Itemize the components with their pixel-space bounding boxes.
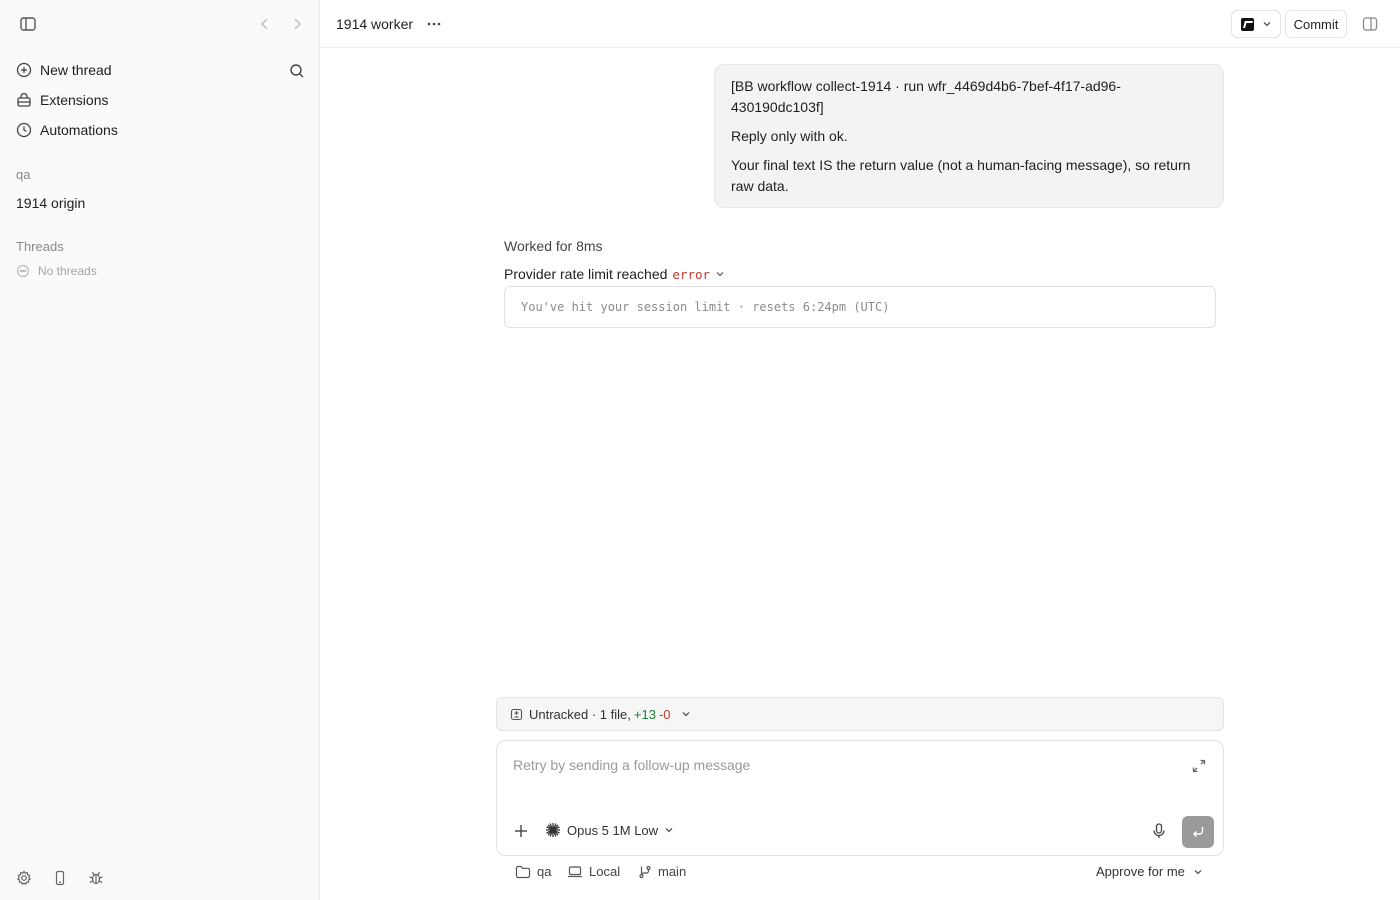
- deletions-count: -0: [658, 706, 671, 722]
- additions-count: +13: [633, 706, 656, 722]
- microphone-icon[interactable]: [1150, 822, 1168, 840]
- mobile-device-icon[interactable]: [52, 870, 68, 886]
- untracked-changes-bar[interactable]: Untracked · 1 file, +13 -0: [496, 697, 1224, 731]
- plus-circle-icon: [16, 62, 32, 78]
- extensions-icon: [16, 92, 32, 108]
- commit-button[interactable]: Commit: [1285, 10, 1347, 38]
- sidebar-item-new-thread[interactable]: New thread: [16, 58, 112, 82]
- sidebar-toggle-icon[interactable]: [16, 12, 40, 36]
- user-message-bubble: [BB workflow collect-1914 · run wfr_4469…: [714, 64, 1224, 208]
- expand-icon[interactable]: [1191, 758, 1207, 774]
- worked-duration: Worked for 8ms: [504, 238, 603, 254]
- environment-selector[interactable]: Local: [567, 864, 620, 879]
- sidebar-item-project[interactable]: 1914 origin: [16, 195, 85, 211]
- search-icon[interactable]: [287, 61, 307, 81]
- chevron-down-icon: [1193, 867, 1203, 877]
- gear-icon[interactable]: [16, 870, 32, 886]
- model-label: Opus 5 1M Low: [567, 822, 659, 838]
- chevron-right-icon[interactable]: [286, 12, 308, 36]
- sidebar-item-label: Extensions: [40, 92, 109, 108]
- folder-icon: [515, 865, 531, 879]
- user-message-line: [BB workflow collect-1914 · run wfr_4469…: [731, 78, 1121, 115]
- dots-circle-icon: [16, 264, 30, 278]
- folder-label: qa: [537, 864, 552, 879]
- app-logo-icon: [1240, 17, 1254, 31]
- error-summary[interactable]: Provider rate limit reached error: [504, 266, 725, 282]
- chevron-left-icon[interactable]: [254, 12, 276, 36]
- send-button[interactable]: [1182, 816, 1214, 848]
- environment-label: Local: [589, 864, 621, 879]
- more-options-icon[interactable]: [424, 14, 444, 34]
- sidebar-item-label: Automations: [40, 122, 118, 138]
- sidebar-item-extensions[interactable]: Extensions: [16, 88, 108, 112]
- composer-input[interactable]: Retry by sending a follow-up message: [513, 757, 750, 773]
- open-in-app-dropdown[interactable]: [1231, 10, 1281, 38]
- folder-selector[interactable]: qa: [515, 864, 551, 879]
- sidebar-section-threads: Threads: [16, 239, 64, 254]
- user-message-line: Your final text IS the return value (not…: [731, 157, 1191, 194]
- sidebar-bottom-bar: [16, 870, 104, 886]
- chevron-down-icon: [664, 825, 674, 835]
- error-title: Provider rate limit reached: [504, 266, 668, 282]
- chevron-down-icon: [681, 709, 691, 719]
- sidebar-section-project: qa: [16, 167, 31, 182]
- sidebar: New thread Extensions Automations qa 191…: [0, 0, 320, 900]
- laptop-icon: [567, 865, 583, 879]
- page-title: 1914 worker: [336, 16, 414, 32]
- branch-selector[interactable]: main: [638, 864, 686, 879]
- model-selector[interactable]: Opus 5 1M Low: [545, 822, 674, 838]
- threads-empty-label: No threads: [38, 264, 97, 278]
- clock-icon: [16, 122, 32, 138]
- error-detail-box: You've hit your session limit · resets 6…: [504, 286, 1216, 328]
- message-composer[interactable]: Retry by sending a follow-up message Opu…: [496, 740, 1224, 856]
- untracked-label: Untracked · 1 file,: [529, 706, 631, 722]
- top-bar: 1914 worker Commit: [320, 0, 1400, 48]
- sidebar-item-automations[interactable]: Automations: [16, 118, 118, 142]
- sidebar-top-bar: [14, 12, 305, 36]
- diff-file-icon: [510, 708, 523, 721]
- sidebar-item-label: New thread: [40, 62, 112, 78]
- sparkle-burst-icon: [545, 822, 561, 838]
- toggle-panel-icon[interactable]: [1360, 14, 1380, 34]
- error-tag: error: [672, 266, 711, 282]
- chevron-down-icon: [715, 269, 725, 279]
- bug-icon[interactable]: [88, 870, 104, 886]
- threads-empty-state: No threads: [16, 264, 97, 278]
- add-attachment-icon[interactable]: [512, 822, 530, 840]
- git-branch-icon: [638, 865, 652, 879]
- branch-label: main: [658, 864, 687, 879]
- error-detail: You've hit your session limit · resets 6…: [521, 300, 890, 314]
- approval-label: Approve for me: [1096, 864, 1185, 879]
- approval-mode-selector[interactable]: Approve for me: [1096, 864, 1203, 879]
- user-message-line: Reply only with ok.: [731, 128, 848, 144]
- chevron-down-icon: [1262, 19, 1272, 29]
